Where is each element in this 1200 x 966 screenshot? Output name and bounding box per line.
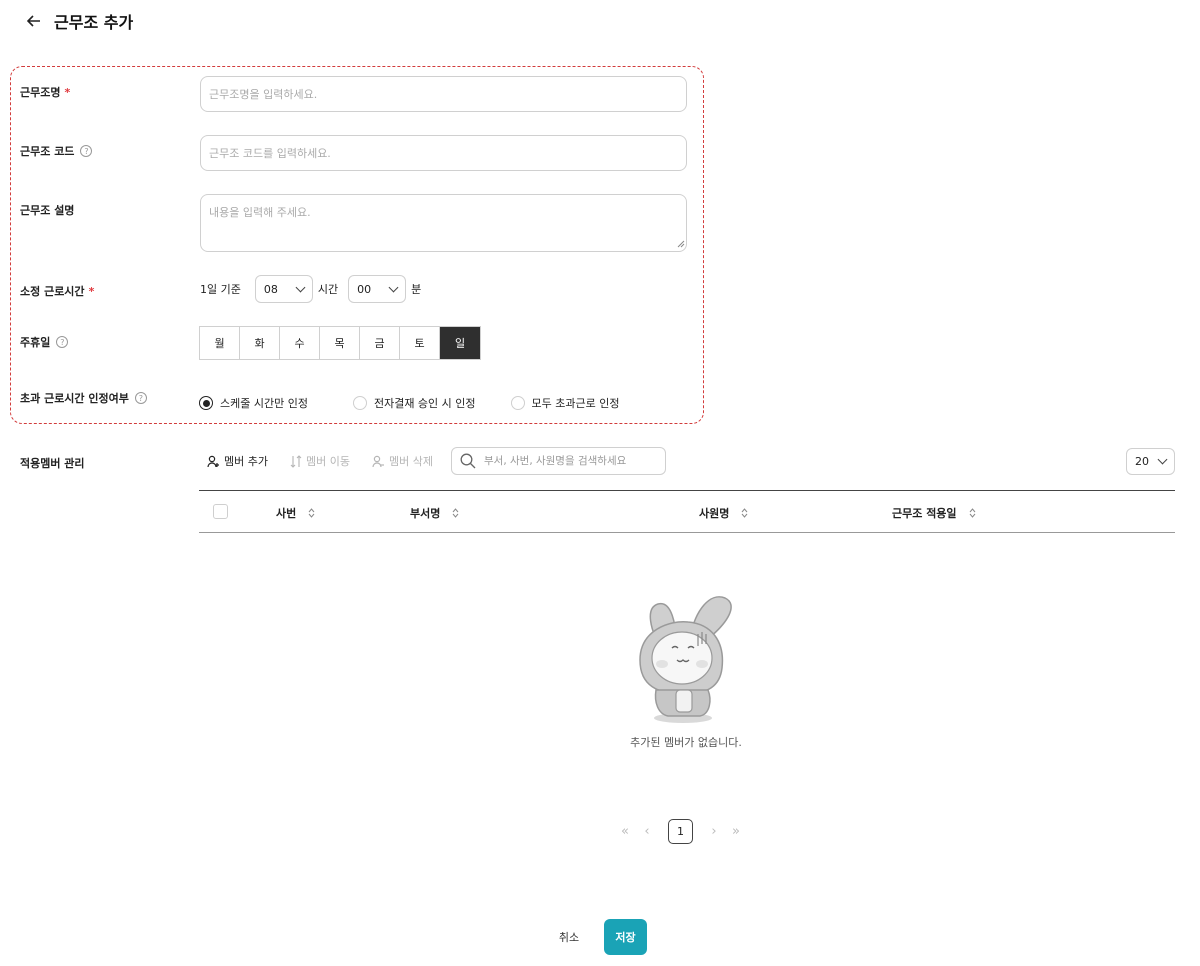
shift-name-label-text: 근무조명 bbox=[20, 86, 61, 99]
shift-code-label-text: 근무조 코드 bbox=[20, 145, 75, 158]
column-label: 사번 bbox=[276, 507, 297, 520]
chevron-down-icon bbox=[388, 282, 399, 292]
column-label: 근무조 적용일 bbox=[892, 507, 957, 520]
pagination: « ‹ 1 › » bbox=[614, 818, 747, 844]
page-title: 근무조 추가 bbox=[54, 13, 134, 32]
radio-checked[interactable] bbox=[199, 396, 213, 410]
day-button-tue[interactable]: 화 bbox=[240, 327, 280, 359]
sort-icon[interactable] bbox=[969, 508, 976, 518]
weekday-selector: 월 화 수 목 금 토 일 bbox=[199, 326, 481, 360]
column-apply-date[interactable]: 근무조 적용일 bbox=[892, 505, 976, 521]
column-employee-id[interactable]: 사번 bbox=[276, 505, 315, 521]
hour-select-value: 08 bbox=[263, 282, 278, 296]
select-all-checkbox[interactable] bbox=[213, 504, 228, 519]
overtime-option-schedule[interactable]: 스케줄 시간만 인정 bbox=[199, 395, 308, 411]
next-page-icon[interactable]: › bbox=[703, 824, 725, 839]
day-button-fri[interactable]: 금 bbox=[360, 327, 400, 359]
sort-icon[interactable] bbox=[308, 508, 315, 518]
chevron-down-icon bbox=[295, 282, 306, 292]
weekly-holiday-label: 주휴일 ? bbox=[20, 334, 69, 350]
search-icon bbox=[460, 453, 476, 469]
save-button[interactable]: 저장 bbox=[604, 919, 647, 955]
member-search-box[interactable] bbox=[451, 447, 666, 475]
page-size-select[interactable]: 20 bbox=[1126, 448, 1175, 475]
move-member-button[interactable]: 멤버 이동 bbox=[290, 453, 350, 469]
hours-prefix: 1일 기준 bbox=[200, 283, 241, 296]
help-icon[interactable]: ? bbox=[80, 145, 93, 157]
first-page-icon[interactable]: « bbox=[614, 824, 636, 839]
delete-member-label: 멤버 삭제 bbox=[388, 455, 433, 468]
minute-unit: 분 bbox=[411, 283, 422, 296]
cancel-button[interactable]: 취소 bbox=[553, 929, 585, 945]
column-department[interactable]: 부서명 bbox=[410, 505, 459, 521]
shift-code-label: 근무조 코드 ? bbox=[20, 143, 93, 159]
required-mark: * bbox=[88, 284, 95, 298]
day-button-thu[interactable]: 목 bbox=[320, 327, 360, 359]
back-arrow-icon[interactable] bbox=[24, 11, 44, 31]
shift-name-label: 근무조명 * bbox=[20, 84, 70, 100]
overtime-option-label: 스케줄 시간만 인정 bbox=[220, 397, 308, 410]
day-button-wed[interactable]: 수 bbox=[280, 327, 320, 359]
day-button-sat[interactable]: 토 bbox=[400, 327, 440, 359]
working-hours-row: 1일 기준 08 시간 00 분 bbox=[200, 275, 421, 303]
overtime-option-all[interactable]: 모두 초과근로 인정 bbox=[510, 395, 620, 411]
radio-unchecked[interactable] bbox=[510, 396, 525, 410]
shift-description-label: 근무조 설명 bbox=[20, 202, 74, 218]
hour-select[interactable]: 08 bbox=[254, 275, 313, 303]
overtime-radio-group: 스케줄 시간만 인정 전자결재 승인 시 인정 모두 초과근로 인정 bbox=[199, 395, 619, 411]
members-table-header: 사번 부서명 사원명 근무조 적용일 bbox=[199, 490, 1175, 533]
page-size-value: 20 bbox=[1135, 455, 1149, 468]
members-toolbar: 멤버 추가 멤버 이동 멤버 삭제 bbox=[207, 447, 433, 475]
resize-handle-icon[interactable] bbox=[677, 240, 685, 248]
overtime-label-text: 초과 근로시간 인정여부 bbox=[20, 392, 129, 405]
overtime-option-label: 전자결재 승인 시 인정 bbox=[373, 397, 476, 410]
shift-code-input[interactable] bbox=[200, 135, 687, 171]
column-employee-name[interactable]: 사원명 bbox=[699, 505, 748, 521]
working-hours-label-text: 소정 근로시간 bbox=[20, 285, 85, 298]
page-header: 근무조 추가 bbox=[24, 8, 133, 34]
add-person-icon bbox=[207, 455, 219, 467]
radio-unchecked[interactable] bbox=[352, 396, 367, 410]
column-label: 사원명 bbox=[699, 507, 730, 520]
minute-select[interactable]: 00 bbox=[348, 275, 407, 303]
current-page[interactable]: 1 bbox=[668, 818, 693, 844]
overtime-label: 초과 근로시간 인정여부 ? bbox=[20, 390, 147, 406]
member-search-input[interactable] bbox=[484, 455, 659, 467]
members-label: 적용멤버 관리 bbox=[20, 455, 85, 471]
required-mark: * bbox=[64, 85, 71, 99]
empty-state-message: 추가된 멤버가 없습니다. bbox=[630, 736, 742, 749]
sort-icon[interactable] bbox=[452, 508, 459, 518]
help-icon[interactable]: ? bbox=[134, 392, 147, 404]
add-member-button[interactable]: 멤버 추가 bbox=[207, 453, 268, 469]
minute-select-value: 00 bbox=[357, 282, 372, 296]
overtime-option-label: 모두 초과근로 인정 bbox=[531, 397, 620, 410]
empty-bunny-illustration bbox=[639, 596, 732, 723]
shift-description-textarea[interactable] bbox=[200, 194, 687, 252]
members-label-text: 적용멤버 관리 bbox=[20, 457, 85, 470]
working-hours-label: 소정 근로시간 * bbox=[20, 283, 94, 299]
shift-name-input[interactable] bbox=[200, 76, 687, 112]
day-button-sun[interactable]: 일 bbox=[440, 327, 480, 359]
last-page-icon[interactable]: » bbox=[725, 824, 747, 839]
help-icon[interactable]: ? bbox=[56, 336, 69, 348]
column-label: 부서명 bbox=[410, 507, 441, 520]
remove-person-icon bbox=[372, 455, 384, 467]
sort-arrows-icon bbox=[290, 454, 302, 468]
overtime-option-approval[interactable]: 전자결재 승인 시 인정 bbox=[352, 395, 476, 411]
shift-description-label-text: 근무조 설명 bbox=[20, 204, 75, 217]
add-member-label: 멤버 추가 bbox=[224, 455, 268, 468]
sort-icon[interactable] bbox=[741, 508, 748, 518]
weekly-holiday-label-text: 주휴일 bbox=[20, 336, 51, 349]
empty-state bbox=[600, 590, 800, 733]
delete-member-button[interactable]: 멤버 삭제 bbox=[372, 453, 433, 469]
hour-unit: 시간 bbox=[317, 283, 339, 296]
move-member-label: 멤버 이동 bbox=[305, 455, 350, 468]
chevron-down-icon bbox=[1157, 454, 1168, 465]
form-footer: 취소 저장 bbox=[553, 919, 647, 955]
prev-page-icon[interactable]: ‹ bbox=[636, 824, 658, 839]
day-button-mon[interactable]: 월 bbox=[200, 327, 240, 359]
